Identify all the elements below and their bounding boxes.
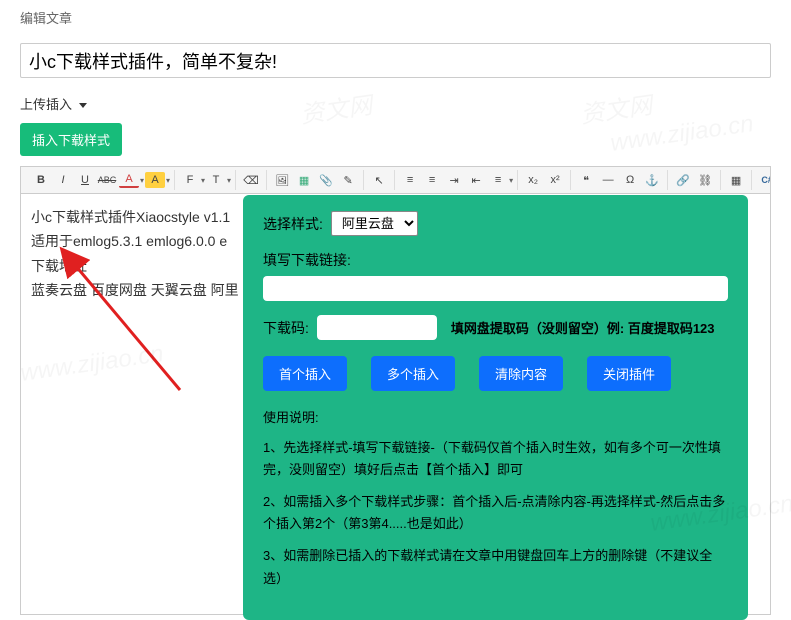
page-header: 编辑文章 xyxy=(0,0,791,35)
instruction-item: 3、如需删除已插入的下载样式请在文章中用键盘回车上方的删除键（不建议全选） xyxy=(263,545,728,589)
download-code-input[interactable] xyxy=(317,315,437,340)
font-color-button[interactable]: A xyxy=(119,172,139,188)
upload-insert-dropdown[interactable]: 上传插入 xyxy=(20,97,87,112)
align-button[interactable]: ≡ xyxy=(488,170,508,190)
page-title: 编辑文章 xyxy=(20,11,72,26)
multi-insert-button[interactable]: 多个插入 xyxy=(371,356,455,391)
media-button[interactable]: ▦ xyxy=(294,170,314,190)
style-select[interactable]: 阿里云盘 xyxy=(331,211,418,236)
code-input-label: 下载码: xyxy=(263,318,309,338)
clear-content-button[interactable]: 清除内容 xyxy=(479,356,563,391)
bold-button[interactable]: B xyxy=(31,170,51,190)
insert-download-style-button[interactable]: 插入下载样式 xyxy=(20,123,122,156)
italic-button[interactable]: I xyxy=(53,170,73,190)
strike-button[interactable]: ABC xyxy=(97,170,117,190)
font-size-button[interactable]: T xyxy=(206,170,226,190)
hr-button[interactable]: — xyxy=(598,170,618,190)
special-char-button[interactable]: Ω xyxy=(620,170,640,190)
instruction-item: 2、如需插入多个下载样式步骤：首个插入后-点清除内容-再选择样式-然后点击多个插… xyxy=(263,491,728,535)
file-button[interactable]: 📎 xyxy=(316,170,336,190)
plugin-panel: 选择样式: 阿里云盘 填写下载链接: 下载码: 填网盘提取码（没则留空）例: 百… xyxy=(243,195,748,620)
quote-button[interactable]: ❝ xyxy=(576,170,596,190)
indent-button[interactable]: ⇥ xyxy=(444,170,464,190)
unlink-button[interactable]: ⛓ xyxy=(695,170,715,190)
link-input-label: 填写下载链接: xyxy=(263,250,728,270)
unordered-list-button[interactable]: ≡ xyxy=(422,170,442,190)
outdent-button[interactable]: ⇤ xyxy=(466,170,486,190)
remove-format-button[interactable]: ⌫ xyxy=(241,170,261,190)
style-select-label: 选择样式: xyxy=(263,214,323,234)
superscript-button[interactable]: x² xyxy=(545,170,565,190)
underline-button[interactable]: U xyxy=(75,170,95,190)
pointer-button[interactable]: ↖ xyxy=(369,170,389,190)
close-plugin-button[interactable]: 关闭插件 xyxy=(587,356,671,391)
anchor-button[interactable]: ⚓ xyxy=(642,170,662,190)
caret-down-icon xyxy=(79,103,87,108)
watermark: www.zijiao.cn xyxy=(609,110,756,158)
table-button[interactable]: ▦ xyxy=(726,170,746,190)
font-family-button[interactable]: F xyxy=(180,170,200,190)
paint-button[interactable]: ✎ xyxy=(338,170,358,190)
subscript-button[interactable]: x₂ xyxy=(523,170,543,190)
first-insert-button[interactable]: 首个插入 xyxy=(263,356,347,391)
instructions-block: 使用说明: 1、先选择样式-填写下载链接-（下载码仅首个插入时生效，如有多个可一… xyxy=(263,407,728,590)
editor-toolbar: B I U ABC A▾ A▾ F▾ T▾ ⌫ 🖼 ▦ 📎 ✎ ↖ ≡ ≡ ⇥ … xyxy=(21,167,770,194)
image-button[interactable]: 🖼 xyxy=(272,170,292,190)
instructions-title: 使用说明: xyxy=(263,407,728,429)
code-button[interactable]: C# xyxy=(757,170,770,190)
article-title-input[interactable] xyxy=(20,43,771,78)
bg-color-button[interactable]: A xyxy=(145,172,165,188)
download-link-input[interactable] xyxy=(263,276,728,301)
link-button[interactable]: 🔗 xyxy=(673,170,693,190)
code-hint: 填网盘提取码（没则留空）例: 百度提取码123 xyxy=(451,318,715,337)
instruction-item: 1、先选择样式-填写下载链接-（下载码仅首个插入时生效，如有多个可一次性填完，没… xyxy=(263,437,728,481)
ordered-list-button[interactable]: ≡ xyxy=(400,170,420,190)
upload-insert-label: 上传插入 xyxy=(20,97,72,112)
